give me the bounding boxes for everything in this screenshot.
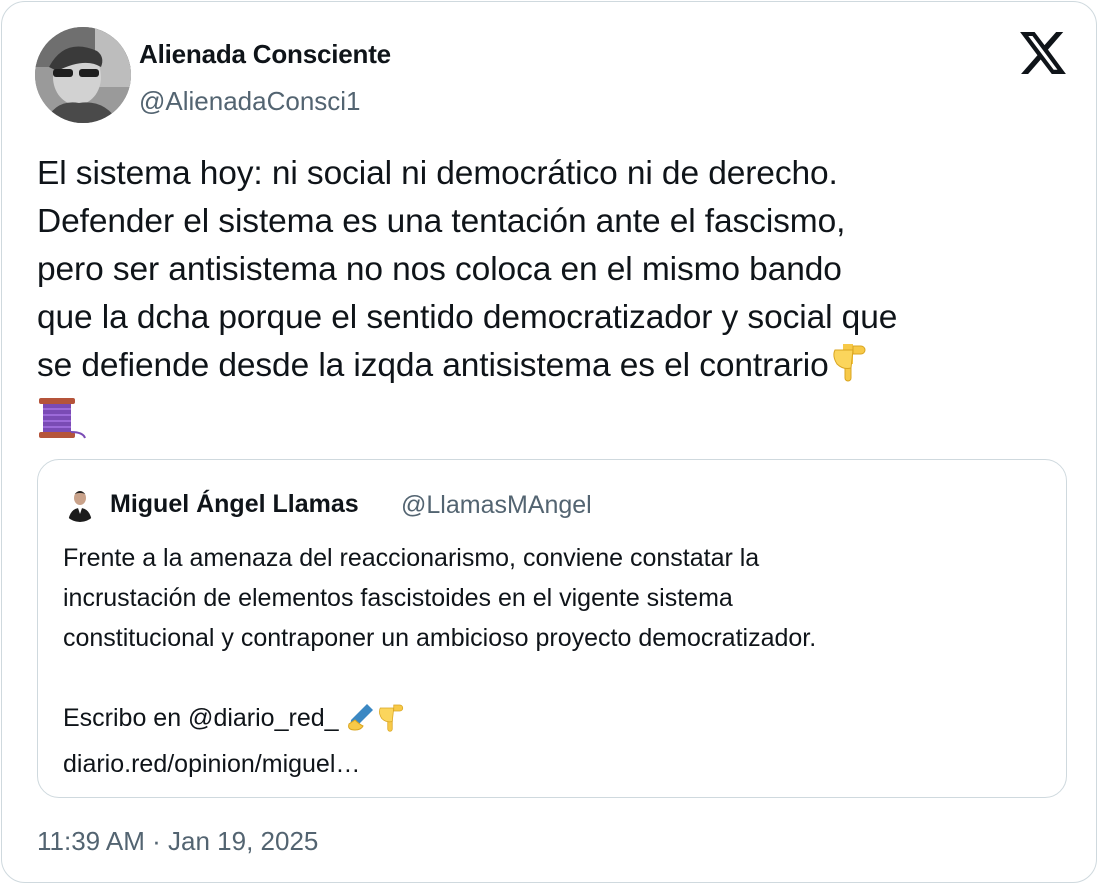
quoted-tweet-body: Frente a la amenaza del reaccionarismo, … [63, 544, 817, 732]
quoted-author-handle[interactable]: @LlamasMAngel [401, 491, 592, 520]
quoted-author-avatar[interactable] [62, 486, 98, 522]
pointing-down-emoji-small [375, 702, 405, 744]
tweet-text: El sistema hoy: ni social ni democrático… [37, 150, 1077, 454]
quoted-tweet-text: Frente a la amenaza del reaccionarismo, … [63, 538, 1043, 784]
quoted-author-name[interactable]: Miguel Ángel Llamas [110, 490, 359, 519]
quoted-tweet[interactable]: Miguel Ángel Llamas @LlamasMAngel Frente… [37, 459, 1067, 798]
tweet-card: Alienada Consciente @AlienadaConsci1 El … [1, 1, 1097, 883]
author-handle[interactable]: @AlienadaConsci1 [139, 86, 361, 117]
tweet-timestamp[interactable]: 11:39 AM · Jan 19, 2025 [37, 826, 318, 857]
author-name[interactable]: Alienada Consciente [139, 39, 391, 70]
writing-hand-emoji [345, 702, 375, 744]
quoted-tweet-link[interactable]: diario.red/opinion/miguel… [63, 750, 360, 778]
author-avatar[interactable] [35, 27, 131, 123]
x-logo-icon[interactable] [1020, 32, 1066, 74]
thread-spool-emoji [37, 396, 89, 454]
pointing-down-emoji [829, 342, 867, 396]
tweet-body: El sistema hoy: ni social ni democrático… [37, 155, 898, 384]
